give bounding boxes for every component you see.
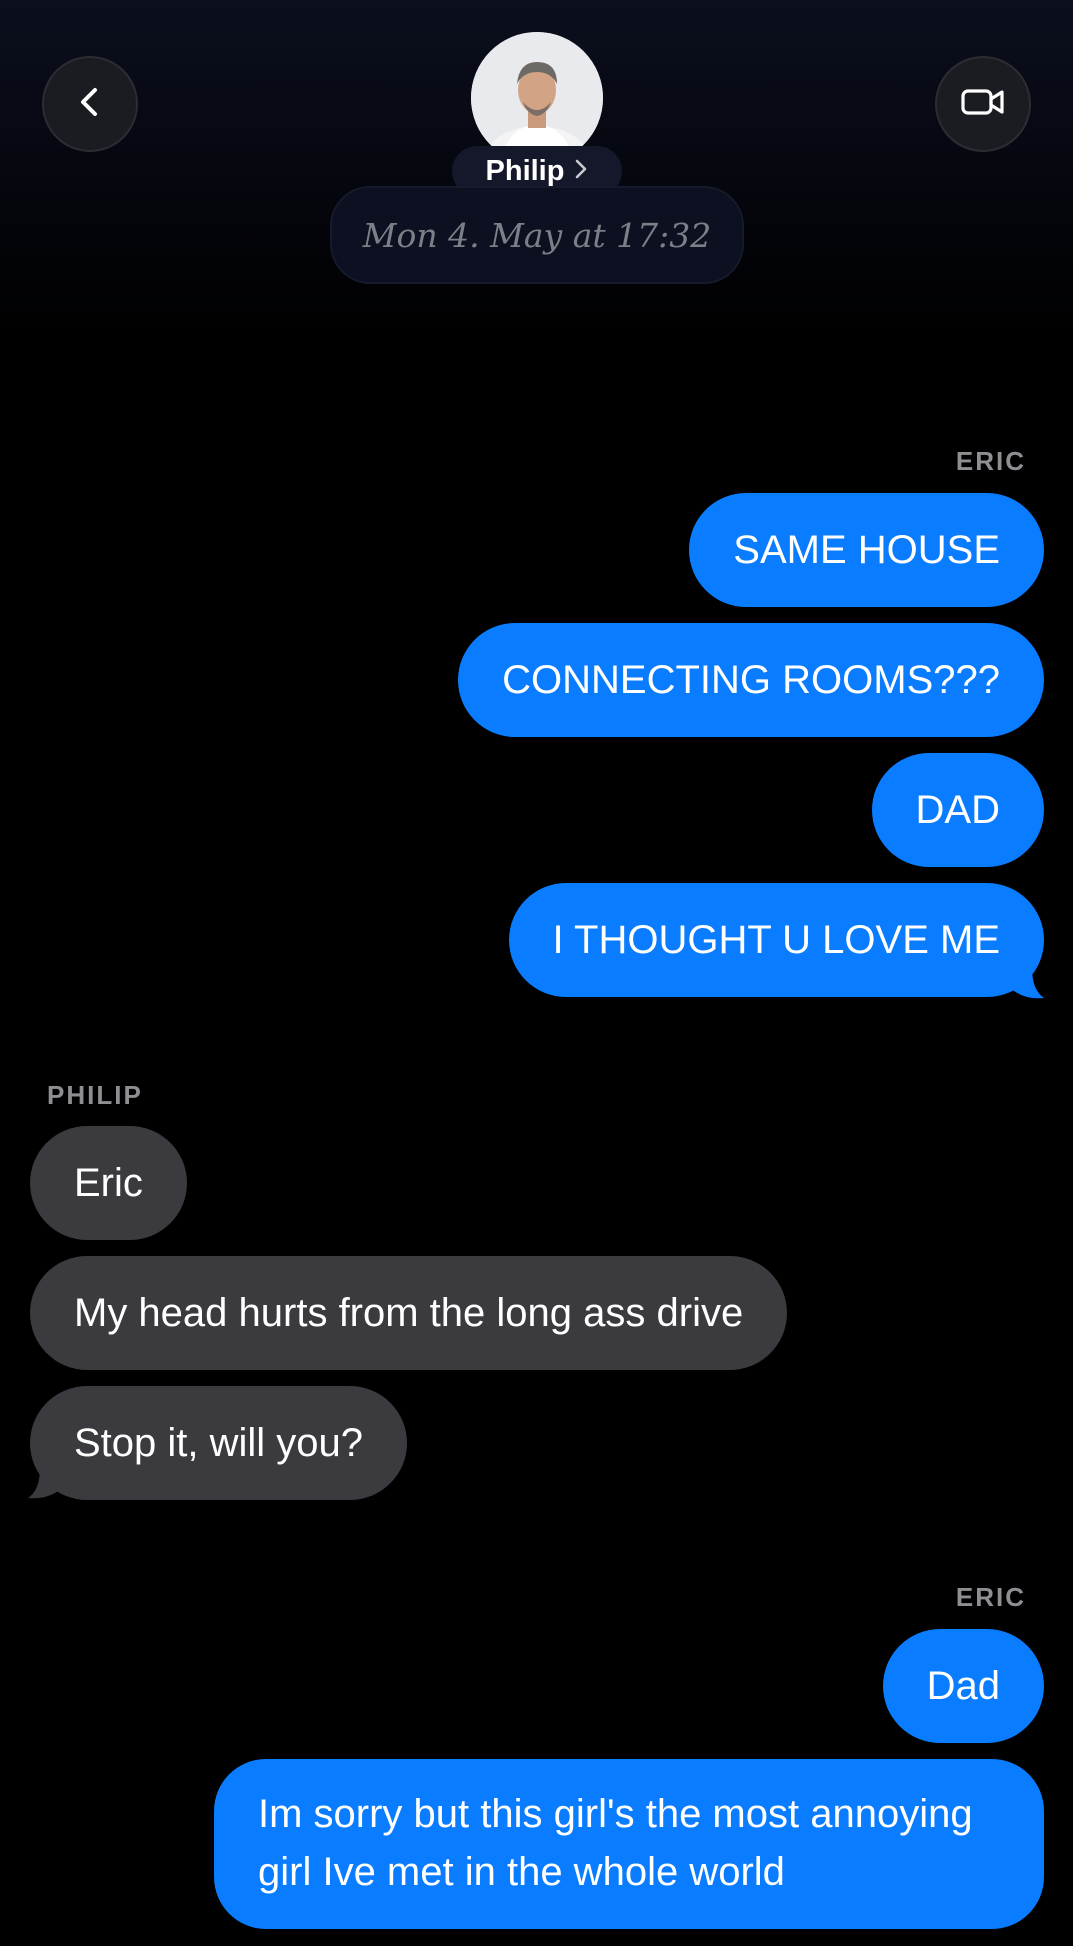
incoming-message[interactable]: My head hurts from the long ass drive bbox=[30, 1256, 788, 1370]
outgoing-message[interactable]: Im sorry but this girl's the most annoyi… bbox=[214, 1759, 1044, 1929]
contact-avatar[interactable] bbox=[471, 32, 603, 164]
video-camera-icon bbox=[961, 87, 1005, 122]
bubble-tail bbox=[28, 1468, 62, 1499]
incoming-message[interactable]: Stop it, will you? bbox=[30, 1386, 408, 1500]
outgoing-message[interactable]: DAD bbox=[871, 753, 1044, 867]
back-button[interactable] bbox=[42, 56, 138, 152]
chat-header: Philip Mon 4. May at 17:32 bbox=[0, 0, 1073, 300]
video-call-button[interactable] bbox=[935, 56, 1031, 152]
bubble-tail bbox=[1010, 968, 1044, 999]
incoming-message[interactable]: Eric bbox=[30, 1126, 187, 1240]
conversation-date: Mon 4. May at 17:32 bbox=[330, 186, 744, 284]
outgoing-message[interactable]: SAME HOUSE bbox=[689, 493, 1044, 607]
sender-label: ERIC bbox=[955, 1582, 1026, 1612]
outgoing-message[interactable]: CONNECTING ROOMS??? bbox=[458, 623, 1044, 737]
outgoing-message[interactable]: I THOUGHT U LOVE ME bbox=[508, 883, 1044, 997]
sender-label: ERIC bbox=[955, 446, 1026, 476]
contact-name: Philip bbox=[485, 154, 565, 187]
sender-label: PHILIP bbox=[47, 1080, 143, 1110]
outgoing-message[interactable]: Dad bbox=[882, 1629, 1044, 1743]
chevron-right-icon bbox=[574, 155, 588, 188]
chevron-left-icon bbox=[70, 82, 110, 127]
